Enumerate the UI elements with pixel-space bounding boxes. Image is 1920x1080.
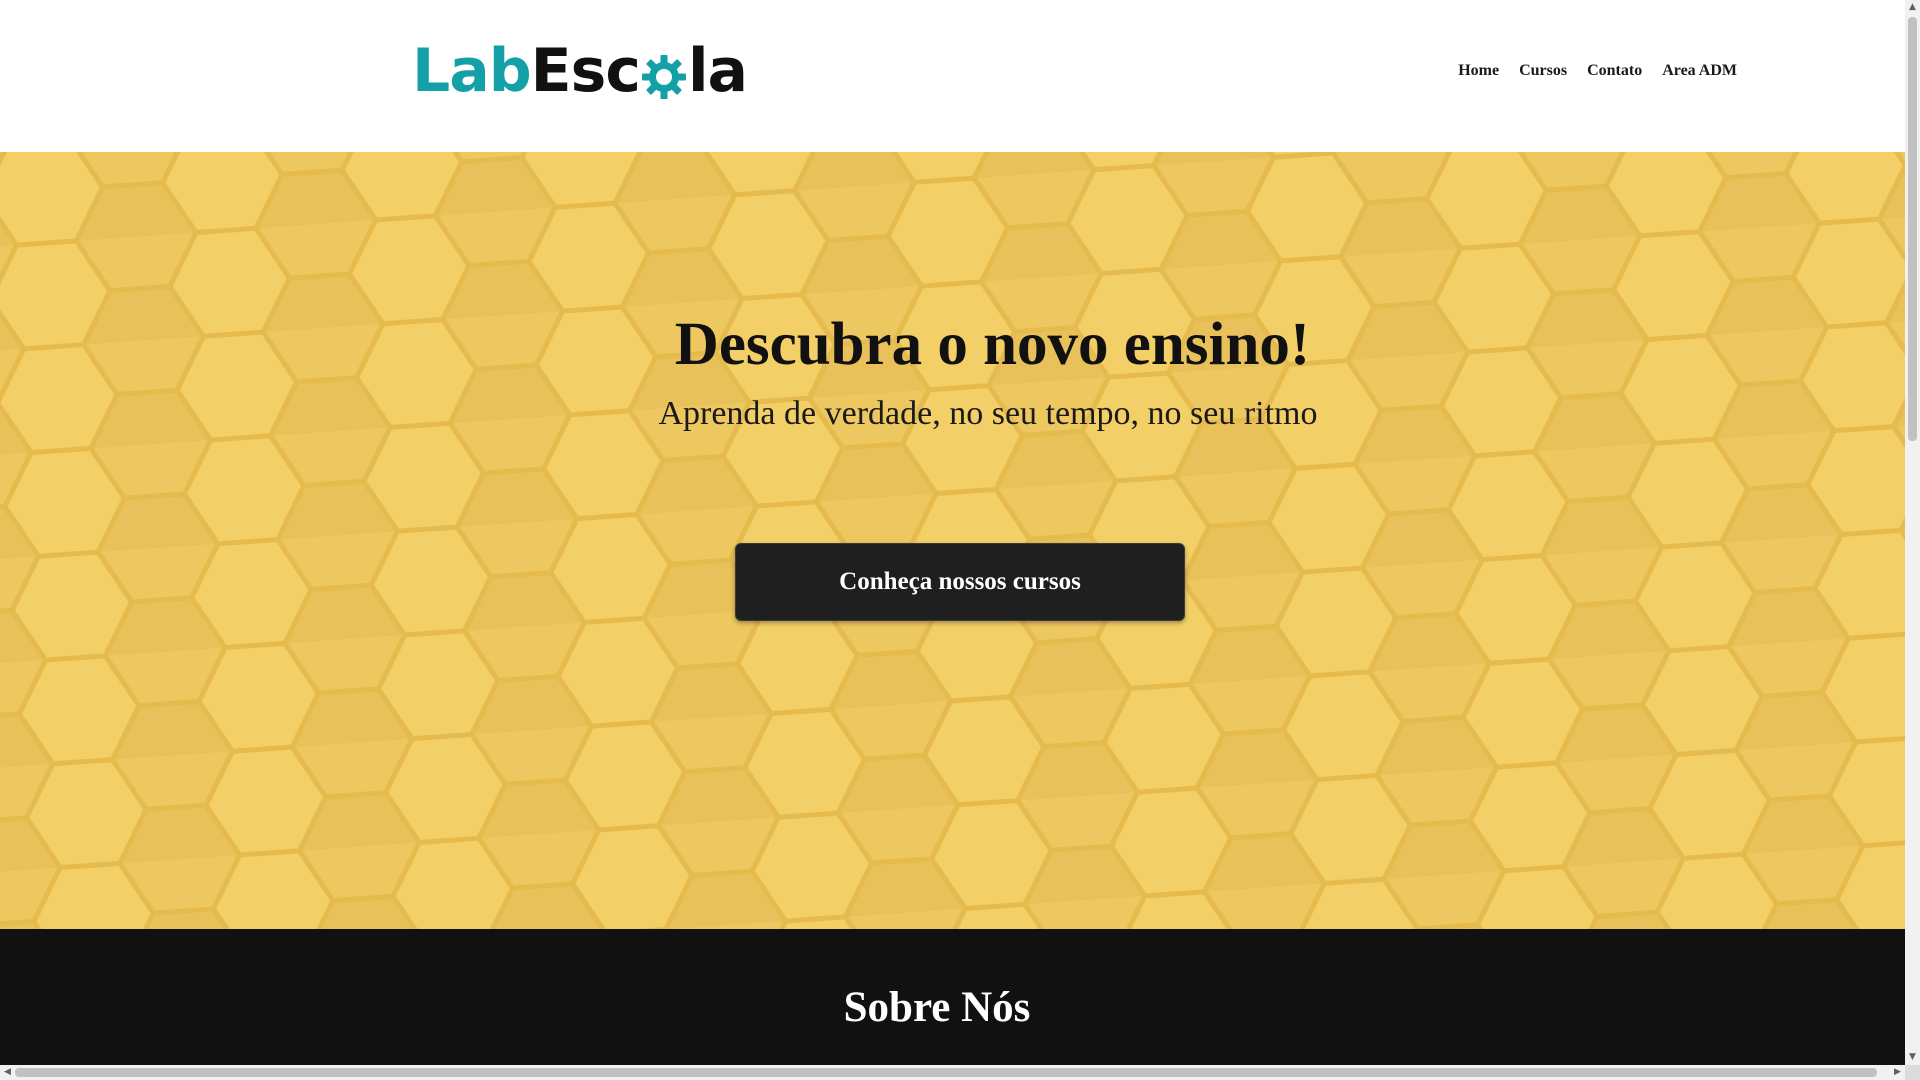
gear-icon bbox=[641, 55, 686, 99]
hero-title: Descubra o novo ensino! bbox=[674, 311, 1311, 378]
logo-text-lab: Lab bbox=[412, 36, 532, 106]
scrollbar-corner bbox=[1905, 1065, 1920, 1080]
nav-contato[interactable]: Contato bbox=[1587, 62, 1642, 80]
about-title: Sobre Nós bbox=[843, 984, 1031, 1031]
site-header: Lab Esc la Home Cursos Contato Area ADM bbox=[0, 0, 1905, 152]
logo-text-la: la bbox=[687, 36, 748, 106]
horizontal-scrollbar[interactable]: ◀ ▶ bbox=[0, 1065, 1905, 1080]
scroll-up-arrow-icon[interactable]: ▲ bbox=[1905, 0, 1920, 15]
labescola-logo[interactable]: Lab Esc la bbox=[412, 36, 748, 106]
logo-text-esc: Esc bbox=[530, 36, 641, 106]
scroll-right-arrow-icon[interactable]: ▶ bbox=[1890, 1065, 1905, 1080]
page-viewport: Lab Esc la Home Cursos Contato Area ADM … bbox=[0, 0, 1905, 1065]
hero-section: Descubra o novo ensino! Aprenda de verda… bbox=[0, 152, 1905, 929]
main-nav: Home Cursos Contato Area ADM bbox=[1458, 62, 1737, 80]
scroll-down-arrow-icon[interactable]: ▼ bbox=[1905, 1050, 1920, 1065]
nav-home[interactable]: Home bbox=[1458, 62, 1499, 80]
vertical-scroll-thumb[interactable] bbox=[1908, 17, 1917, 441]
hexagon-background-pattern bbox=[0, 152, 1905, 929]
horizontal-scroll-thumb[interactable] bbox=[15, 1068, 1877, 1077]
about-section: Sobre Nós bbox=[0, 929, 1905, 1065]
hero-subtitle: Aprenda de verdade, no seu tempo, no seu… bbox=[658, 395, 1318, 432]
scroll-left-arrow-icon[interactable]: ◀ bbox=[0, 1065, 15, 1080]
courses-cta-button[interactable]: Conheça nossos cursos bbox=[735, 543, 1185, 621]
nav-area-adm[interactable]: Area ADM bbox=[1662, 62, 1737, 80]
nav-cursos[interactable]: Cursos bbox=[1519, 62, 1567, 80]
vertical-scrollbar[interactable]: ▲ ▼ bbox=[1905, 0, 1920, 1065]
